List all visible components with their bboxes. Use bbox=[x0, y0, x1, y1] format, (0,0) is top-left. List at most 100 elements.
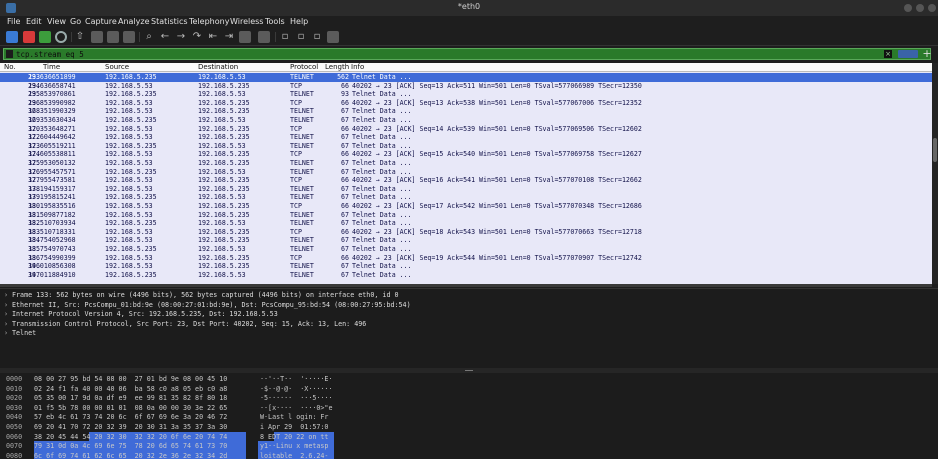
go-forward-icon[interactable]: → bbox=[175, 31, 187, 43]
menu-telephony[interactable]: Telephony bbox=[189, 16, 229, 28]
bookmark-icon[interactable] bbox=[6, 50, 13, 58]
last-packet-icon[interactable]: ⇥ bbox=[223, 31, 235, 43]
packet-time: 32.605519211 bbox=[28, 141, 76, 150]
packet-row[interactable]: 197 34.011884910 192.168.5.235 192.168.5.53… bbox=[0, 271, 932, 280]
packet-row[interactable]: 183 33.510718331 192.168.5.53 192.168.5.235… bbox=[0, 228, 932, 237]
packet-row[interactable]: 186 33.754990399 192.168.5.53 192.168.5.235… bbox=[0, 254, 932, 263]
packet-row[interactable]: 174 32.605538811 192.168.5.53 192.168.5.235… bbox=[0, 150, 932, 159]
horizontal-scrollbar[interactable] bbox=[0, 284, 932, 287]
colorize-icon[interactable] bbox=[258, 31, 270, 43]
detail-tcp-text: Transmission Control Protocol, Src Port:… bbox=[12, 319, 367, 328]
packet-row[interactable]: 169 32.353630434 192.168.5.235 192.168.5.53… bbox=[0, 116, 932, 125]
expand-arrow-icon[interactable]: › bbox=[4, 320, 12, 330]
normal-size-icon[interactable]: ▫ bbox=[311, 31, 323, 43]
packet-protocol: TELNET bbox=[290, 219, 314, 228]
file-icon[interactable] bbox=[91, 31, 103, 43]
packet-row[interactable]: 184 33.754052968 192.168.5.53 192.168.5.235… bbox=[0, 236, 932, 245]
first-packet-icon[interactable]: ⇤ bbox=[207, 31, 219, 43]
maximize-button[interactable] bbox=[916, 4, 924, 12]
apply-filter-button[interactable] bbox=[898, 50, 918, 58]
zoom-out-icon[interactable]: ▫ bbox=[295, 31, 307, 43]
packet-row[interactable]: 182 33.510703934 192.168.5.235 192.168.5.53… bbox=[0, 219, 932, 228]
packet-row[interactable]: 173 32.605519211 192.168.5.235 192.168.5.53… bbox=[0, 142, 932, 151]
open-file-icon[interactable]: ⇧ bbox=[74, 31, 86, 43]
packet-protocol: TCP bbox=[290, 227, 302, 236]
packet-destination: 192.168.5.53 bbox=[198, 193, 246, 202]
packet-row[interactable]: 179 33.195815241 192.168.5.235 192.168.5.53… bbox=[0, 193, 932, 202]
menu-view[interactable]: View bbox=[47, 16, 66, 28]
menu-analyze[interactable]: Analyze bbox=[118, 16, 150, 28]
detail-tcp[interactable]: › Transmission Control Protocol, Src Port… bbox=[4, 320, 366, 330]
column-destination[interactable]: Destination bbox=[198, 63, 238, 72]
detail-telnet[interactable]: › Telnet bbox=[4, 329, 36, 339]
reload-file-icon[interactable] bbox=[123, 31, 135, 43]
menu-file[interactable]: File bbox=[7, 16, 20, 28]
menu-go[interactable]: Go bbox=[70, 16, 81, 28]
scrollbar-thumb[interactable] bbox=[933, 138, 937, 162]
packet-list-scrollbar[interactable] bbox=[932, 63, 938, 284]
stop-capture-icon[interactable] bbox=[23, 31, 35, 43]
column-length[interactable]: Length bbox=[325, 63, 349, 72]
go-back-icon[interactable]: ← bbox=[159, 31, 171, 43]
packet-row[interactable]: 135 29.853970861 192.168.5.235 192.168.5.53… bbox=[0, 90, 932, 99]
packet-row[interactable]: 177 32.955473581 192.168.5.53 192.168.5.235… bbox=[0, 176, 932, 185]
column-no[interactable]: No. bbox=[4, 63, 16, 72]
packet-time: 33.194159317 bbox=[28, 184, 76, 193]
splitter-grip[interactable] bbox=[465, 370, 473, 371]
expand-arrow-icon[interactable]: › bbox=[4, 310, 12, 320]
hex-ascii: 8 EDT 20 22 on tt bbox=[260, 432, 329, 441]
packet-row[interactable]: 180 33.195835516 192.168.5.53 192.168.5.235… bbox=[0, 202, 932, 211]
hex-ascii: ·5······ ···5···· bbox=[260, 394, 333, 403]
go-to-packet-icon[interactable]: ↷ bbox=[191, 31, 203, 43]
display-filter-input[interactable] bbox=[16, 49, 876, 59]
resize-columns-icon[interactable] bbox=[327, 31, 339, 43]
column-time[interactable]: Time bbox=[43, 63, 60, 72]
packet-row[interactable]: 178 33.194159317 192.168.5.53 192.168.5.235… bbox=[0, 185, 932, 194]
packet-row[interactable]: 172 32.604449642 192.168.5.53 192.168.5.235… bbox=[0, 133, 932, 142]
packet-row[interactable]: 176 32.955457571 192.168.5.235 192.168.5.53… bbox=[0, 168, 932, 177]
menu-capture[interactable]: Capture bbox=[85, 16, 117, 28]
menu-wireless[interactable]: Wireless bbox=[230, 16, 263, 28]
packet-info: 40202 → 23 [ACK] Seq=18 Ack=543 Win=501 … bbox=[352, 227, 642, 236]
packet-info: 40202 → 23 [ACK] Seq=19 Ack=544 Win=501 … bbox=[352, 253, 642, 262]
column-info[interactable]: Info bbox=[351, 63, 364, 72]
autoscroll-icon[interactable] bbox=[239, 31, 251, 43]
packet-length: 66 bbox=[341, 81, 349, 90]
column-source[interactable]: Source bbox=[105, 63, 129, 72]
packet-row[interactable]: 134 29.636658741 192.168.5.53 192.168.5.235… bbox=[0, 82, 932, 91]
detail-ipv4[interactable]: › Internet Protocol Version 4, Src: 192.1… bbox=[4, 310, 278, 320]
restart-capture-icon[interactable] bbox=[39, 31, 51, 43]
column-protocol[interactable]: Protocol bbox=[290, 63, 318, 72]
packet-row[interactable]: 185 33.754970743 192.168.5.235 192.168.5.53… bbox=[0, 245, 932, 254]
packet-destination: 192.168.5.53 bbox=[198, 167, 246, 176]
menu-edit[interactable]: Edit bbox=[26, 16, 42, 28]
menu-help[interactable]: Help bbox=[290, 16, 308, 28]
packet-source: 192.168.5.53 bbox=[105, 98, 153, 107]
selected-packet-row[interactable]: 133 29.636651899 192.168.5.235 192.168.5.53… bbox=[0, 73, 932, 82]
close-button[interactable] bbox=[928, 4, 936, 12]
packet-row[interactable]: 181 33.509877182 192.168.5.53 192.168.5.235… bbox=[0, 211, 932, 220]
expand-arrow-icon[interactable]: › bbox=[4, 329, 12, 339]
detail-frame[interactable]: › Frame 133: 562 bytes on wire (4496 bits… bbox=[4, 291, 399, 301]
packet-row[interactable]: 170 32.353648271 192.168.5.53 192.168.5.235… bbox=[0, 125, 932, 134]
packet-destination: 192.168.5.235 bbox=[198, 227, 250, 236]
menu-tools[interactable]: Tools bbox=[265, 16, 285, 28]
menu-statistics[interactable]: Statistics bbox=[151, 16, 188, 28]
packet-row[interactable]: 175 32.953050132 192.168.5.53 192.168.5.235… bbox=[0, 159, 932, 168]
detail-ethernet[interactable]: › Ethernet II, Src: PcsCompu_01:bd:9e (08… bbox=[4, 301, 411, 311]
close-file-icon[interactable] bbox=[107, 31, 119, 43]
capture-options-icon[interactable] bbox=[55, 31, 67, 43]
expand-arrow-icon[interactable]: › bbox=[4, 291, 12, 301]
packet-source: 192.168.5.53 bbox=[105, 236, 153, 245]
shark-fin-start-icon[interactable] bbox=[6, 31, 18, 43]
minimize-button[interactable] bbox=[904, 4, 912, 12]
packet-row[interactable]: 136 29.853990982 192.168.5.53 192.168.5.235… bbox=[0, 99, 932, 108]
expand-arrow-icon[interactable]: › bbox=[4, 301, 12, 311]
hex-ascii: y1··Linu x metasp bbox=[260, 442, 329, 451]
packet-row[interactable]: 196 34.010856308 192.168.5.53 192.168.5.235… bbox=[0, 262, 932, 271]
packet-row[interactable]: 168 32.351990329 192.168.5.53 192.168.5.235… bbox=[0, 107, 932, 116]
clear-filter-icon[interactable]: × bbox=[884, 50, 892, 58]
add-filter-button-icon[interactable]: + bbox=[921, 47, 933, 60]
search-icon[interactable]: ⌕ bbox=[143, 31, 155, 43]
zoom-in-icon[interactable]: ▫ bbox=[279, 31, 291, 43]
